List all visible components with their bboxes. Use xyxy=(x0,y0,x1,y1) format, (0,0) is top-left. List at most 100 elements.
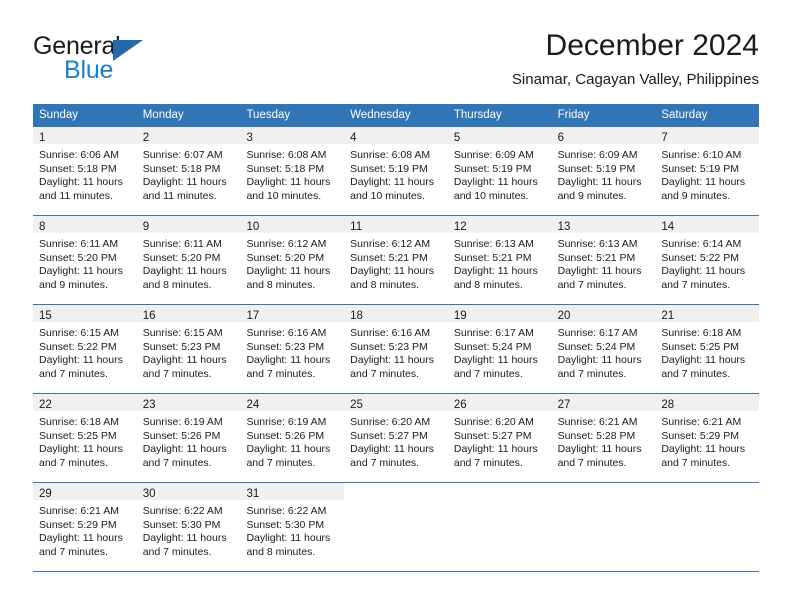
calendar-day-cell[interactable]: 20 Sunrise: 6:17 AM Sunset: 5:24 PM Dayligh… xyxy=(551,305,656,393)
weekday-header-row: Sunday Monday Tuesday Wednesday Thursday Frid… xyxy=(33,104,759,127)
daylight-text-line2: and 10 minutes. xyxy=(246,189,322,202)
daylight-text-line1: Daylight: 11 hours xyxy=(142,176,227,189)
calendar-day-cell[interactable]: 26 Sunrise: 6:20 AM Sunset: 5:27 PM Dayligh… xyxy=(447,394,552,482)
day-details: Sunrise: 6:15 AM Sunset: 5:23 PM Daylight:… xyxy=(137,322,241,393)
calendar-day-cell[interactable]: 19 Sunrise: 6:17 AM Sunset: 5:24 PM Dayligh… xyxy=(447,305,552,393)
daylight-text-line1: Daylight: 11 hours xyxy=(39,532,123,545)
calendar-day-cell[interactable]: 16 Sunrise: 6:15 AM Sunset: 5:23 PM Dayligh… xyxy=(136,305,241,393)
day-number-band: 5 xyxy=(447,127,552,144)
sunset-text: Sunset: 5:19 PM xyxy=(350,162,428,175)
sunset-text: Sunset: 5:29 PM xyxy=(661,429,739,442)
calendar-day-cell[interactable]: 4 Sunrise: 6:08 AM Sunset: 5:19 PM Daylight… xyxy=(344,127,448,215)
calendar-day-cell[interactable]: 30 Sunrise: 6:22 AM Sunset: 5:30 PM Dayligh… xyxy=(136,483,241,571)
day-number-band xyxy=(447,483,552,500)
calendar-day-cell-empty xyxy=(655,483,760,571)
calendar-day-cell[interactable]: 7 Sunrise: 6:10 AM Sunset: 5:19 PM Daylight… xyxy=(655,127,760,215)
calendar-day-cell[interactable]: 17 Sunrise: 6:16 AM Sunset: 5:23 PM Dayligh… xyxy=(240,305,345,393)
day-details: Sunrise: 6:19 AM Sunset: 5:26 PM Daylight:… xyxy=(240,411,344,482)
daylight-text-line2: and 7 minutes. xyxy=(142,545,212,558)
daylight-text-line2: and 9 minutes. xyxy=(661,189,731,202)
sunset-text: Sunset: 5:21 PM xyxy=(453,251,532,264)
day-details: Sunrise: 6:09 AM Sunset: 5:19 PM Daylight:… xyxy=(448,144,552,215)
calendar-day-cell[interactable]: 8 Sunrise: 6:11 AM Sunset: 5:20 PM Daylight… xyxy=(33,216,137,304)
calendar-day-cell-empty xyxy=(551,483,656,571)
calendar-day-cell[interactable]: 22 Sunrise: 6:18 AM Sunset: 5:25 PM Dayligh… xyxy=(33,394,137,482)
day-number-band: 29 xyxy=(33,483,137,500)
day-number: 22 xyxy=(39,399,52,411)
daylight-text-line2: and 10 minutes. xyxy=(350,189,425,202)
sunrise-text: Sunrise: 6:13 AM xyxy=(453,238,534,250)
day-details: Sunrise: 6:21 AM Sunset: 5:29 PM Daylight:… xyxy=(33,500,137,571)
day-details xyxy=(344,500,448,571)
page-title: December 2024 xyxy=(545,29,759,62)
daylight-text-line1: Daylight: 11 hours xyxy=(350,354,435,367)
calendar-day-cell[interactable]: 14 Sunrise: 6:14 AM Sunset: 5:22 PM Dayligh… xyxy=(655,216,760,304)
day-details: Sunrise: 6:08 AM Sunset: 5:19 PM Daylight:… xyxy=(344,144,448,215)
calendar-day-cell[interactable]: 27 Sunrise: 6:21 AM Sunset: 5:28 PM Dayligh… xyxy=(551,394,656,482)
sunrise-text: Sunrise: 6:14 AM xyxy=(661,238,742,250)
day-details: Sunrise: 6:18 AM Sunset: 5:25 PM Daylight:… xyxy=(655,322,759,393)
daylight-text-line2: and 7 minutes. xyxy=(453,367,523,380)
calendar-day-cell[interactable]: 28 Sunrise: 6:21 AM Sunset: 5:29 PM Dayligh… xyxy=(655,394,760,482)
sunset-text: Sunset: 5:30 PM xyxy=(142,518,221,531)
day-details: Sunrise: 6:20 AM Sunset: 5:27 PM Daylight:… xyxy=(344,411,448,482)
daylight-text-line1: Daylight: 11 hours xyxy=(142,265,227,278)
day-number: 12 xyxy=(453,221,467,233)
day-number: 11 xyxy=(350,221,363,233)
day-number: 23 xyxy=(142,399,156,411)
sunrise-text: Sunrise: 6:20 AM xyxy=(350,416,431,428)
calendar-day-cell[interactable]: 25 Sunrise: 6:20 AM Sunset: 5:27 PM Dayligh… xyxy=(344,394,448,482)
sunrise-text: Sunrise: 6:09 AM xyxy=(557,149,638,161)
calendar-day-cell[interactable]: 18 Sunrise: 6:16 AM Sunset: 5:23 PM Dayligh… xyxy=(344,305,448,393)
calendar-day-cell[interactable]: 29 Sunrise: 6:21 AM Sunset: 5:29 PM Dayligh… xyxy=(33,483,137,571)
daylight-text-line1: Daylight: 11 hours xyxy=(453,176,538,189)
calendar-day-cell[interactable]: 15 Sunrise: 6:15 AM Sunset: 5:22 PM Dayligh… xyxy=(33,305,137,393)
sunrise-text: Sunrise: 6:18 AM xyxy=(661,327,742,339)
calendar-day-cell[interactable]: 24 Sunrise: 6:19 AM Sunset: 5:26 PM Dayligh… xyxy=(240,394,345,482)
calendar-day-cell[interactable]: 31 Sunrise: 6:22 AM Sunset: 5:30 PM Dayligh… xyxy=(240,483,345,571)
daylight-text-line2: and 11 minutes. xyxy=(39,189,113,202)
day-details: Sunrise: 6:11 AM Sunset: 5:20 PM Daylight:… xyxy=(33,233,137,304)
day-number-band: 28 xyxy=(655,394,760,411)
day-number: 5 xyxy=(453,132,461,144)
calendar-day-cell[interactable]: 6 Sunrise: 6:09 AM Sunset: 5:19 PM Daylight… xyxy=(551,127,656,215)
daylight-text-line2: and 7 minutes. xyxy=(350,367,420,380)
calendar-day-cell[interactable]: 3 Sunrise: 6:08 AM Sunset: 5:18 PM Daylight… xyxy=(240,127,345,215)
calendar-day-cell[interactable]: 12 Sunrise: 6:13 AM Sunset: 5:21 PM Dayligh… xyxy=(447,216,552,304)
sunset-text: Sunset: 5:26 PM xyxy=(142,429,221,442)
sunset-text: Sunset: 5:20 PM xyxy=(246,251,325,264)
day-number: 10 xyxy=(246,221,260,233)
day-number: 24 xyxy=(246,399,260,411)
sunrise-text: Sunrise: 6:10 AM xyxy=(661,149,742,161)
day-details: Sunrise: 6:17 AM Sunset: 5:24 PM Daylight:… xyxy=(552,322,656,393)
calendar-day-cell[interactable]: 9 Sunrise: 6:11 AM Sunset: 5:20 PM Daylight… xyxy=(136,216,241,304)
day-details: Sunrise: 6:21 AM Sunset: 5:28 PM Daylight:… xyxy=(552,411,656,482)
calendar-day-cell[interactable]: 10 Sunrise: 6:12 AM Sunset: 5:20 PM Dayligh… xyxy=(240,216,345,304)
sunrise-text: Sunrise: 6:11 AM xyxy=(142,238,222,250)
sunset-text: Sunset: 5:23 PM xyxy=(246,340,325,353)
day-details: Sunrise: 6:17 AM Sunset: 5:24 PM Daylight:… xyxy=(448,322,552,393)
sunset-text: Sunset: 5:22 PM xyxy=(661,251,739,264)
general-blue-logo[interactable]: General Blue xyxy=(33,32,263,94)
calendar-day-cell[interactable]: 23 Sunrise: 6:19 AM Sunset: 5:26 PM Dayligh… xyxy=(136,394,241,482)
day-number: 6 xyxy=(557,132,564,144)
calendar-day-cell[interactable]: 11 Sunrise: 6:12 AM Sunset: 5:21 PM Dayligh… xyxy=(344,216,448,304)
calendar-week-row: 1 Sunrise: 6:06 AM Sunset: 5:18 PM Daylight… xyxy=(33,127,760,216)
daylight-text-line1: Daylight: 11 hours xyxy=(350,443,435,456)
calendar-day-cell[interactable]: 21 Sunrise: 6:18 AM Sunset: 5:25 PM Dayligh… xyxy=(655,305,760,393)
daylight-text-line1: Daylight: 11 hours xyxy=(246,532,331,545)
calendar-day-cell[interactable]: 1 Sunrise: 6:06 AM Sunset: 5:18 PM Daylight… xyxy=(33,127,137,215)
daylight-text-line2: and 7 minutes. xyxy=(142,456,212,469)
day-details xyxy=(448,500,552,571)
sunset-text: Sunset: 5:23 PM xyxy=(142,340,221,353)
sunset-text: Sunset: 5:19 PM xyxy=(557,162,636,175)
calendar-day-cell[interactable]: 2 Sunrise: 6:07 AM Sunset: 5:18 PM Daylight… xyxy=(136,127,241,215)
day-number-band: 24 xyxy=(240,394,345,411)
calendar-day-cell[interactable]: 13 Sunrise: 6:13 AM Sunset: 5:21 PM Dayligh… xyxy=(551,216,656,304)
weekday-header-sunday: Sunday xyxy=(39,109,79,121)
day-number-band: 14 xyxy=(655,216,760,233)
weekday-header-saturday: Saturday xyxy=(661,109,708,121)
day-number: 26 xyxy=(453,399,467,411)
day-number-band xyxy=(655,483,760,500)
calendar-day-cell[interactable]: 5 Sunrise: 6:09 AM Sunset: 5:19 PM Daylight… xyxy=(447,127,552,215)
